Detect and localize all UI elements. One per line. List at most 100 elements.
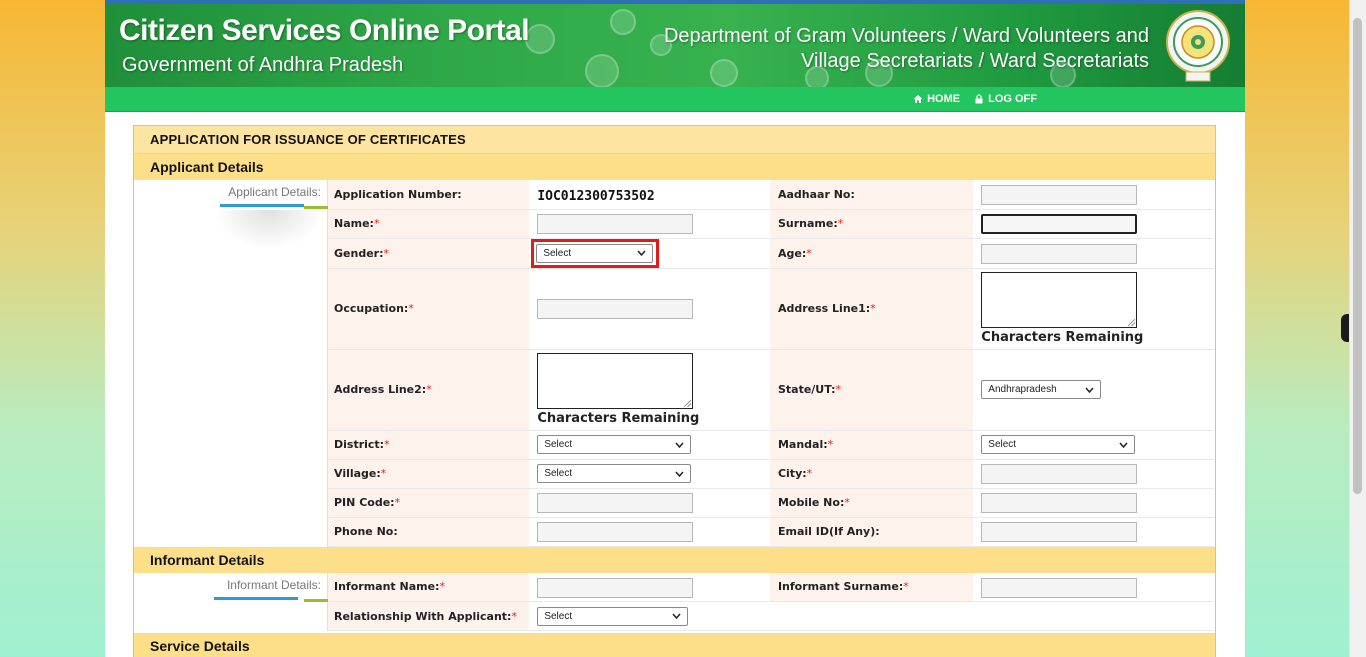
home-link[interactable]: HOME bbox=[913, 93, 960, 105]
logoff-label: LOG OFF bbox=[988, 93, 1037, 105]
gender-label: Gender:* bbox=[328, 238, 531, 269]
pin-code-input[interactable] bbox=[537, 493, 694, 514]
occupation-label: Occupation:* bbox=[328, 268, 531, 350]
chevron-down-icon bbox=[675, 442, 684, 448]
department-line-1: Department of Gram Volunteers / Ward Vol… bbox=[663, 25, 1149, 47]
district-label: District:* bbox=[328, 430, 531, 460]
relationship-label: Relationship With Applicant:* bbox=[328, 601, 531, 631]
mandal-label: Mandal:* bbox=[769, 430, 975, 460]
application-number-cell: IOC012300753502 bbox=[529, 180, 770, 210]
informant-name-label: Informant Name:* bbox=[328, 572, 531, 602]
address2-chars-remaining: Characters Remaining bbox=[537, 411, 700, 426]
department-name: Department of Gram Volunteers / Ward Vol… bbox=[664, 24, 1149, 74]
district-select[interactable]: Select bbox=[537, 435, 692, 454]
email-label: Email ID(If Any): bbox=[769, 517, 975, 547]
certificate-application-form: APPLICATION FOR ISSUANCE OF CERTIFICATES… bbox=[133, 125, 1216, 657]
side-feedback-handle[interactable] bbox=[1341, 314, 1349, 342]
chevron-down-icon bbox=[1119, 442, 1128, 448]
informant-surname-input[interactable] bbox=[981, 577, 1138, 598]
address1-chars-remaining: Characters Remaining bbox=[981, 330, 1144, 345]
address2-label: Address Line2:* bbox=[328, 349, 531, 431]
mobile-label: Mobile No:* bbox=[769, 488, 975, 518]
chevron-down-icon bbox=[672, 613, 681, 619]
applicant-fields-table: Application Number: IOC012300753502 Aadh… bbox=[328, 180, 1214, 547]
phone-input[interactable] bbox=[537, 522, 694, 543]
side-underline-accent bbox=[304, 206, 328, 209]
state-select-value: Andhrapradesh bbox=[988, 384, 1057, 395]
surname-input[interactable] bbox=[981, 214, 1138, 235]
portal-subtitle: Government of Andhra Pradesh bbox=[122, 54, 404, 76]
site-banner: Citizen Services Online Portal Governmen… bbox=[105, 0, 1245, 87]
informant-side-tab: Informant Details: bbox=[134, 572, 328, 631]
city-label: City:* bbox=[769, 459, 975, 489]
resize-grip-icon[interactable] bbox=[1128, 319, 1136, 326]
home-label: HOME bbox=[927, 93, 961, 105]
department-line-2: Village Secretariats / Ward Secretariats bbox=[801, 50, 1149, 72]
logoff-link[interactable]: LOG OFF bbox=[974, 93, 1037, 105]
relationship-select[interactable]: Select bbox=[537, 606, 689, 626]
service-section-header: Service Details bbox=[134, 633, 1215, 657]
state-emblem-icon bbox=[1166, 10, 1230, 82]
top-navigation: HOME LOG OFF bbox=[105, 87, 1245, 112]
side-underline bbox=[214, 596, 298, 600]
village-label: Village:* bbox=[328, 459, 531, 489]
informant-side-label: Informant Details: bbox=[226, 577, 321, 592]
aadhaar-label: Aadhaar No: bbox=[769, 180, 975, 210]
informant-section: Informant Details: Informant Name:* Info… bbox=[134, 572, 1215, 631]
gender-select-value: Select bbox=[543, 247, 572, 259]
application-number-value: IOC012300753502 bbox=[537, 188, 655, 204]
mandal-select[interactable]: Select bbox=[981, 435, 1136, 454]
mandal-select-value: Select bbox=[988, 439, 1017, 450]
applicant-side-tab: Applicant Details: bbox=[134, 180, 328, 547]
pin-code-label: PIN Code:* bbox=[328, 488, 531, 518]
chevron-down-icon bbox=[675, 471, 684, 477]
decorative-bubble bbox=[525, 24, 555, 54]
village-select-value: Select bbox=[544, 468, 573, 479]
informant-fields-table: Informant Name:* Informant Surname:* Rel… bbox=[328, 572, 1214, 631]
side-underline-accent bbox=[304, 598, 328, 602]
address2-textarea[interactable] bbox=[537, 353, 694, 409]
name-input[interactable] bbox=[537, 214, 694, 235]
resize-grip-icon[interactable] bbox=[684, 400, 692, 407]
applicant-section-header: Applicant Details bbox=[134, 154, 1215, 180]
scrollbar-thumb[interactable] bbox=[1353, 18, 1362, 494]
mobile-input[interactable] bbox=[981, 493, 1138, 514]
lock-icon bbox=[975, 94, 983, 104]
occupation-input[interactable] bbox=[537, 299, 694, 320]
gender-select[interactable]: Select bbox=[536, 243, 654, 263]
name-label: Name:* bbox=[328, 209, 531, 239]
surname-label: Surname:* bbox=[769, 209, 975, 239]
informant-name-input[interactable] bbox=[537, 577, 694, 598]
application-number-label: Application Number: bbox=[328, 180, 531, 210]
city-input[interactable] bbox=[981, 464, 1138, 485]
applicant-section: Applicant Details: Application Number: I… bbox=[134, 180, 1215, 547]
state-label: State/UT:* bbox=[769, 349, 975, 431]
form-title: APPLICATION FOR ISSUANCE OF CERTIFICATES bbox=[134, 126, 1215, 154]
gender-highlight-box: Select bbox=[531, 238, 660, 268]
chevron-down-icon bbox=[1085, 387, 1094, 393]
phone-label: Phone No: bbox=[328, 517, 531, 547]
side-shadow bbox=[214, 210, 324, 250]
informant-surname-label: Informant Surname:* bbox=[769, 572, 975, 602]
aadhaar-input[interactable] bbox=[981, 185, 1138, 205]
village-select[interactable]: Select bbox=[537, 464, 692, 483]
address1-label: Address Line1:* bbox=[769, 268, 975, 350]
email-input[interactable] bbox=[981, 522, 1138, 543]
age-label: Age:* bbox=[769, 238, 975, 269]
side-underline bbox=[220, 204, 304, 207]
district-select-value: Select bbox=[544, 439, 573, 450]
decorative-bubble bbox=[585, 54, 619, 87]
empty-cell bbox=[973, 601, 1214, 631]
address1-textarea[interactable] bbox=[981, 272, 1138, 328]
page-scrollbar[interactable] bbox=[1349, 0, 1366, 657]
chevron-down-icon bbox=[637, 250, 646, 256]
applicant-side-label: Applicant Details: bbox=[228, 185, 321, 199]
decorative-bubble bbox=[610, 9, 636, 35]
empty-cell bbox=[769, 601, 975, 631]
age-input[interactable] bbox=[981, 243, 1138, 264]
informant-section-header: Informant Details bbox=[134, 546, 1215, 573]
page-container: Citizen Services Online Portal Governmen… bbox=[105, 0, 1245, 657]
relationship-select-value: Select bbox=[544, 610, 573, 622]
portal-title: Citizen Services Online Portal bbox=[119, 14, 530, 47]
state-select[interactable]: Andhrapradesh bbox=[981, 380, 1102, 399]
